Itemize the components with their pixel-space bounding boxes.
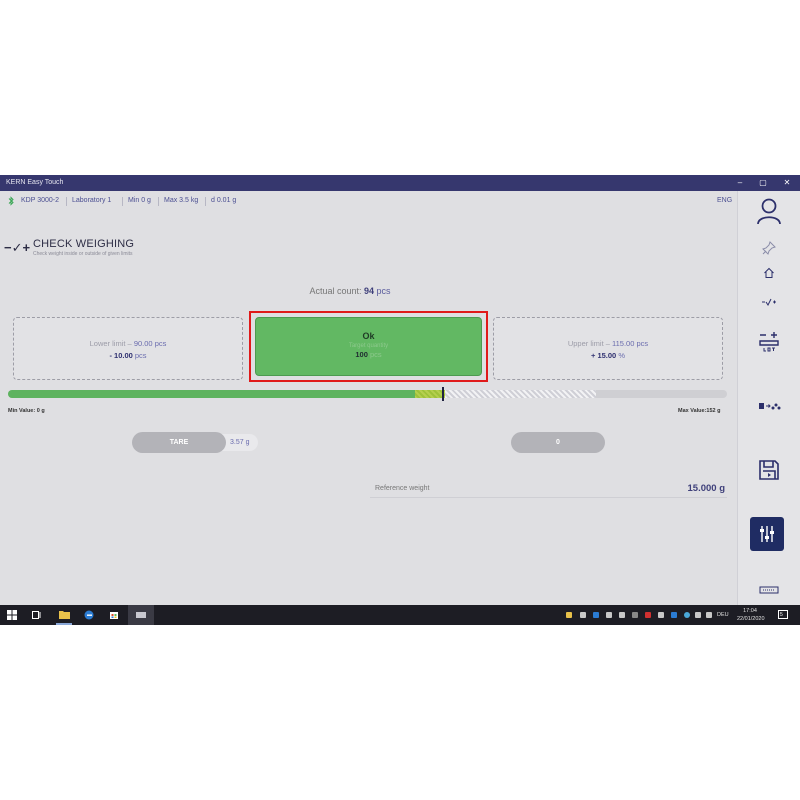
bar-fill xyxy=(8,390,415,398)
reference-weight-label: Reference weight xyxy=(375,485,430,492)
input-language[interactable]: DEU xyxy=(717,605,729,625)
kern-app-taskbar-icon[interactable] xyxy=(128,605,154,625)
page-title: CHECK WEIGHING xyxy=(33,238,135,250)
upper-limit-line: Upper limit – 115.00 pcs xyxy=(494,339,722,348)
tray-app-icon[interactable] xyxy=(645,612,651,618)
check-weighing-icon: −✓+ xyxy=(4,240,31,255)
pin-icon[interactable] xyxy=(738,241,800,260)
maximize-button[interactable]: ▢ xyxy=(752,175,774,191)
upper-tolerance-unit: % xyxy=(618,351,625,360)
tare-value-unit: g xyxy=(245,439,250,446)
store-icon[interactable] xyxy=(107,605,121,625)
lower-tolerance-value: - 10.00 xyxy=(109,351,133,360)
tare-button[interactable]: TARE xyxy=(132,432,226,453)
target-unit: pcs xyxy=(369,350,382,359)
right-nav xyxy=(737,191,800,605)
check-weighing-nav-icon[interactable] xyxy=(738,294,800,312)
min-capacity: Min 0 g xyxy=(128,197,151,204)
notification-count: 5 xyxy=(780,612,783,618)
upper-limit-box[interactable]: Upper limit – 115.00 pcs + 15.00 % xyxy=(493,317,723,380)
actual-count-unit: pcs xyxy=(376,286,391,296)
reference-weight-value: 15.000 g xyxy=(687,483,726,494)
windows-start-icon[interactable] xyxy=(5,605,19,625)
divider xyxy=(370,497,727,498)
main-area: KDP 3000-2 Laboratory 1 Min 0 g Max 3.5 … xyxy=(0,191,737,605)
lower-limit-line: Lower limit – 90.00 pcs xyxy=(14,339,242,348)
screen: KERN Easy Touch – ▢ ✕ KDP 3000-2 Laborat… xyxy=(0,175,800,625)
weighing-bar xyxy=(8,390,727,398)
edge-icon[interactable] xyxy=(82,605,96,625)
close-button[interactable]: ✕ xyxy=(776,175,798,191)
notification-icon[interactable]: 5 xyxy=(776,605,790,625)
home-icon[interactable] xyxy=(738,266,800,284)
upper-limit-unit: pcs xyxy=(636,339,649,348)
divider xyxy=(158,197,159,206)
sliders-icon xyxy=(760,526,774,542)
bar-marker xyxy=(441,387,444,401)
upper-tolerance-value: + 15.00 xyxy=(591,351,617,360)
tare-value: 3.57 g xyxy=(222,434,258,451)
result-status: Ok xyxy=(362,331,375,341)
lower-limit-unit: pcs xyxy=(154,339,167,348)
tray-app-icon[interactable] xyxy=(606,612,612,618)
lower-limit-value: 90.00 xyxy=(133,339,153,348)
upper-limit-value: 115.00 xyxy=(612,339,635,348)
lower-tolerance-line: - 10.00 pcs xyxy=(14,351,242,360)
highlight-frame: Ok Target quantity 100 pcs xyxy=(249,311,488,382)
target-box[interactable]: Ok Target quantity 100 pcs xyxy=(255,317,482,376)
lot-icon[interactable] xyxy=(738,331,800,358)
tare-value-number: 3.57 xyxy=(230,439,244,446)
clock-date: 22/01/2020 xyxy=(737,616,765,622)
task-view-icon[interactable] xyxy=(30,605,44,625)
divider xyxy=(66,197,67,206)
clock-time: 17:04 xyxy=(743,608,757,614)
tray-app-icon[interactable] xyxy=(619,612,625,618)
tray-app-icon[interactable] xyxy=(684,612,690,618)
location: Laboratory 1 xyxy=(72,197,112,204)
tray-shield-icon[interactable] xyxy=(566,612,572,618)
tray-app-icon[interactable] xyxy=(671,612,677,618)
actual-count: Actual count: 94 pcs xyxy=(0,286,700,296)
target-value: 100 xyxy=(355,350,368,359)
bluetooth-icon xyxy=(8,196,14,208)
actual-count-label: Actual count: xyxy=(309,286,362,296)
tray-app-icon[interactable] xyxy=(580,612,586,618)
max-capacity: Max 3.5 kg xyxy=(164,197,199,204)
device-name: KDP 3000-2 xyxy=(21,197,60,204)
lower-limit-box[interactable]: Lower limit – 90.00 pcs - 10.00 pcs xyxy=(13,317,243,380)
zero-button[interactable]: 0 xyxy=(511,432,605,453)
page-subtitle: Check weight inside or outside of given … xyxy=(33,251,133,257)
resolution: d 0.01 g xyxy=(211,197,237,204)
settings-sliders-button[interactable] xyxy=(750,517,784,551)
taskbar: DEU 17:04 22/01/2020 5 xyxy=(0,605,800,625)
tray-app-icon[interactable] xyxy=(593,612,599,618)
title-bar: KERN Easy Touch – ▢ ✕ xyxy=(0,175,800,191)
clock[interactable]: 17:04 22/01/2020 xyxy=(737,607,765,623)
lower-tolerance-unit: pcs xyxy=(134,351,147,360)
tray-app-icon[interactable] xyxy=(632,612,638,618)
file-explorer-icon[interactable] xyxy=(56,605,72,625)
network-icon[interactable] xyxy=(695,612,701,618)
window-title: KERN Easy Touch xyxy=(6,179,64,186)
upper-tolerance-line: + 15.00 % xyxy=(494,351,722,360)
language-selector[interactable]: ENG xyxy=(717,197,732,204)
save-icon[interactable] xyxy=(738,459,800,486)
max-value-label: Max Value:152 g xyxy=(678,408,721,414)
lower-limit-label: Lower limit – xyxy=(89,339,134,348)
divider xyxy=(205,197,206,206)
user-icon[interactable] xyxy=(738,197,800,230)
divider xyxy=(122,197,123,206)
target-line: 100 pcs xyxy=(256,350,481,359)
min-value-label: Min Value: 0 g xyxy=(8,408,45,414)
tray-app-icon[interactable] xyxy=(658,612,664,618)
target-label: Target quantity xyxy=(348,343,389,349)
volume-icon[interactable] xyxy=(706,612,712,618)
bar-upper-zone xyxy=(445,390,597,398)
piece-count-icon[interactable] xyxy=(738,399,800,417)
actual-count-value: 94 xyxy=(364,286,375,296)
upper-limit-label: Upper limit – xyxy=(567,339,613,348)
minimize-button[interactable]: – xyxy=(729,175,751,191)
keyboard-icon[interactable] xyxy=(738,581,800,599)
